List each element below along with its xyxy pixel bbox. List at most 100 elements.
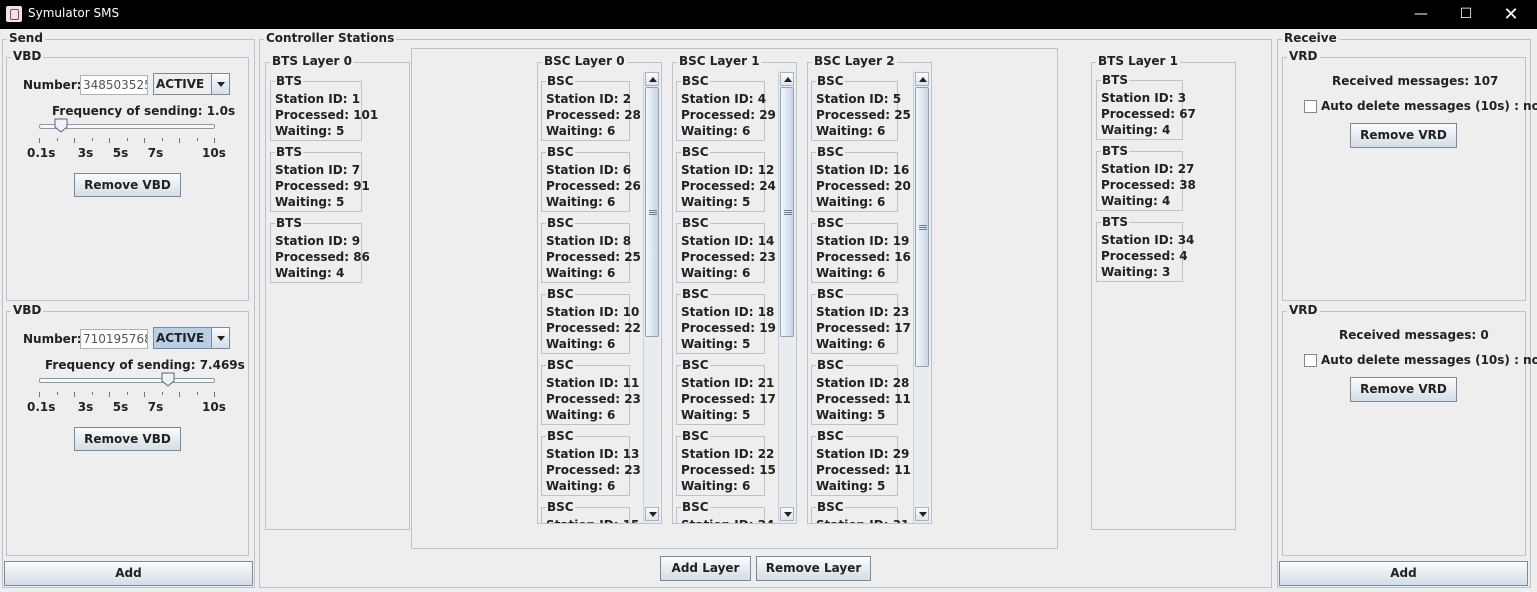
station-type-label: BSC [816, 358, 845, 372]
slider-tick [144, 138, 145, 143]
station-waiting-label: Waiting: 6 [681, 124, 751, 138]
scroll-up-arrow-icon[interactable] [780, 72, 794, 86]
station-id-label: Station ID: 24 [681, 518, 774, 523]
station-processed-label: Processed: 86 [275, 250, 370, 264]
scroll-down-arrow-icon[interactable] [780, 507, 794, 521]
scroll-down-arrow-icon[interactable] [645, 507, 659, 521]
station-id-label: Station ID: 3 [1101, 91, 1187, 105]
vrd-panel: VRD Received messages: 107 Auto delete m… [1282, 49, 1537, 301]
station-waiting-label: Waiting: 5 [681, 408, 751, 422]
status-dropdown[interactable]: ACTIVE [153, 327, 230, 349]
station-id-label: Station ID: 8 [546, 234, 632, 248]
scroll-up-arrow-icon[interactable] [645, 72, 659, 86]
station-waiting-label: Waiting: 5 [681, 195, 751, 209]
add-vbd-button[interactable]: Add [4, 561, 253, 586]
auto-delete-label: Auto delete messages (10s) : no [1321, 99, 1537, 113]
station-card: BSC Station ID: 18 Processed: 19 Waiting: 5 [676, 287, 776, 354]
station-id-label: Station ID: 34 [1101, 233, 1195, 247]
station-processed-label: Processed: 20 [816, 179, 911, 193]
station-id-label: Station ID: 13 [546, 447, 640, 461]
scroll-grip [649, 212, 657, 213]
status-dropdown[interactable]: ACTIVE [153, 73, 230, 95]
station-card: BSC Station ID: 2 Processed: 28 Waiting: 6 [541, 74, 641, 141]
minimize-button[interactable]: — [1398, 0, 1444, 29]
remove-layer-button[interactable]: Remove Layer [756, 556, 871, 581]
vertical-scrollbar[interactable] [778, 71, 794, 523]
station-type-label: BSC [681, 358, 710, 372]
scroll-thumb[interactable] [915, 87, 929, 367]
frequency-slider[interactable]: 0.1s 3s 5s 7s 10s [27, 372, 226, 416]
slider-tick [126, 138, 128, 141]
send-panel-title: Send [7, 31, 45, 45]
slider-thumb[interactable] [54, 118, 68, 133]
add-layer-button[interactable]: Add Layer [660, 556, 751, 581]
station-id-label: Station ID: 9 [275, 234, 361, 248]
station-id-label: Station ID: 11 [546, 376, 640, 390]
station-type-label: BSC [546, 500, 575, 514]
bsc-layer-panel: BSC Layer 0 BSC Station ID: 2 Processed: 2… [537, 54, 662, 524]
station-id-label: Station ID: 10 [546, 305, 640, 319]
station-type-label: BSC [816, 287, 845, 301]
slider-tick [144, 392, 145, 397]
vbd-panel-title: VBD [11, 303, 44, 317]
station-id-label: Station ID: 28 [816, 376, 910, 390]
station-id-label: Station ID: 31 [816, 518, 909, 523]
auto-delete-checkbox[interactable] [1304, 100, 1317, 113]
station-type-label: BTS [275, 74, 303, 88]
scroll-thumb[interactable] [780, 87, 794, 337]
frequency-label: Frequency of sending: 1.0s [52, 104, 236, 118]
frequency-slider[interactable]: 0.1s 3s 5s 7s 10s [27, 118, 226, 162]
maximize-button[interactable]: ☐ [1443, 0, 1489, 29]
slider-tick [91, 392, 93, 395]
station-waiting-label: Waiting: 6 [546, 266, 616, 280]
station-id-label: Station ID: 27 [1101, 162, 1195, 176]
slider-tick [126, 392, 128, 395]
station-type-label: BSC [681, 500, 710, 514]
scroll-thumb[interactable] [645, 87, 659, 337]
scroll-up-arrow-icon[interactable] [915, 72, 929, 86]
slider-tick-label: 3s [77, 146, 94, 160]
add-vrd-button[interactable]: Add [1279, 561, 1528, 586]
bsc-layer-panel: BSC Layer 2 BSC Station ID: 5 Processed: 2… [807, 54, 932, 524]
remove-vbd-button[interactable]: Remove VBD [74, 427, 181, 451]
station-card: BSC Station ID: 14 Processed: 23 Waiting: 6 [676, 216, 776, 283]
remove-vbd-button[interactable]: Remove VBD [74, 173, 181, 197]
slider-tick [74, 138, 75, 143]
auto-delete-checkbox[interactable] [1304, 354, 1317, 367]
station-card: BSC Station ID: 15 [541, 500, 639, 523]
station-type-label: BSC [816, 429, 845, 443]
slider-tick [56, 392, 58, 395]
number-field[interactable]: 710195768 [80, 329, 148, 349]
station-type-label: BSC [816, 74, 845, 88]
station-id-label: Station ID: 6 [546, 163, 632, 177]
station-card: BTS Station ID: 1 Processed: 101 Waiting: 5 [270, 74, 378, 141]
station-id-label: Station ID: 21 [681, 376, 775, 390]
number-field[interactable]: 348503525 [80, 75, 148, 95]
station-processed-label: Processed: 29 [681, 108, 776, 122]
station-card: BTS Station ID: 9 Processed: 86 Waiting: 4 [270, 216, 370, 283]
station-type-label: BSC [546, 216, 575, 230]
slider-thumb[interactable] [161, 372, 175, 387]
scroll-grip [784, 214, 792, 215]
remove-vrd-button[interactable]: Remove VRD [1350, 123, 1457, 148]
station-processed-label: Processed: 11 [816, 392, 911, 406]
station-id-label: Station ID: 19 [816, 234, 910, 248]
station-processed-label: Processed: 17 [681, 392, 776, 406]
station-processed-label: Processed: 67 [1101, 107, 1196, 121]
slider-tick [179, 138, 180, 143]
station-processed-label: Processed: 17 [816, 321, 911, 335]
vertical-scrollbar[interactable] [913, 71, 929, 523]
close-button[interactable]: ✕ [1488, 0, 1534, 29]
remove-vrd-button[interactable]: Remove VRD [1350, 377, 1457, 402]
bsc-layer-list: BSC Station ID: 5 Processed: 25 Waiting: 6B… [808, 71, 913, 523]
number-label: Number: [23, 78, 82, 92]
station-processed-label: Processed: 38 [1101, 178, 1196, 192]
vertical-scrollbar[interactable] [643, 71, 659, 523]
scroll-down-arrow-icon[interactable] [915, 507, 929, 521]
scroll-grip [649, 210, 657, 211]
station-processed-label: Processed: 23 [681, 250, 776, 264]
station-waiting-label: Waiting: 6 [546, 408, 616, 422]
bsc-layer-list: BSC Station ID: 4 Processed: 29 Waiting: 6B… [673, 71, 778, 523]
slider-tick [179, 392, 180, 397]
station-processed-label: Processed: 25 [816, 108, 911, 122]
